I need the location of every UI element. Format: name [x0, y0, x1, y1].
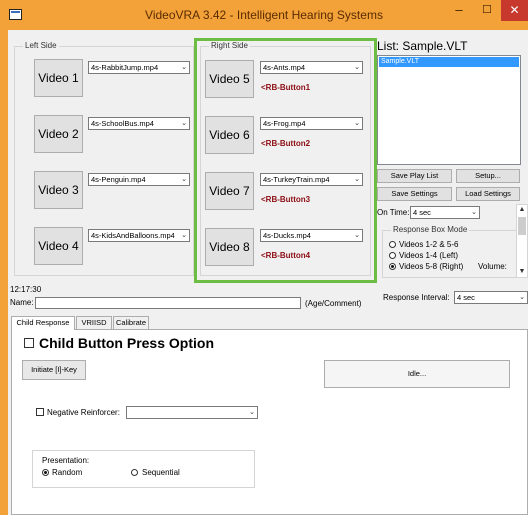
- video-2-button[interactable]: Video 2: [34, 115, 83, 153]
- tab-vriisd[interactable]: VRIISD: [76, 316, 112, 329]
- presentation-sequential-radio[interactable]: [131, 469, 138, 476]
- playlist-item-selected[interactable]: Sample.VLT: [379, 57, 519, 67]
- chevron-down-icon: ⌄: [354, 232, 360, 239]
- video-6-file-value: 4s-Frog.mp4: [263, 119, 306, 128]
- rb-button-3-label: <RB-Button3: [261, 195, 311, 204]
- video-1-file-value: 4s-RabbitJump.mp4: [91, 63, 159, 72]
- presentation-random-radio[interactable]: [42, 469, 49, 476]
- response-interval-select[interactable]: 4 sec ⌄: [454, 291, 528, 304]
- title-bar: VideoVRA 3.42 - Intelligent Hearing Syst…: [0, 0, 528, 30]
- right-side-label: Right Side: [209, 41, 250, 50]
- on-time-select[interactable]: 4 sec ⌄: [410, 206, 480, 219]
- child-response-tab-page: Child Button Press Option Initiate [I]-K…: [11, 329, 528, 515]
- video-3-file-value: 4s-Penguin.mp4: [91, 175, 146, 184]
- chevron-down-icon: ⌄: [181, 232, 187, 239]
- rb-button-1-label: <RB-Button1: [261, 83, 311, 92]
- chevron-down-icon: ⌄: [181, 64, 187, 71]
- tab-child-response[interactable]: Child Response: [11, 316, 75, 330]
- chevron-down-icon: ⌄: [471, 209, 477, 216]
- rb-button-4-label: <RB-Button4: [261, 251, 311, 260]
- name-label: Name:: [10, 298, 34, 307]
- video-7-button[interactable]: Video 7: [205, 172, 254, 210]
- response-interval-label: Response Interval:: [383, 293, 450, 302]
- name-input[interactable]: [35, 297, 301, 309]
- video-2-file-select[interactable]: 4s-SchoolBus.mp4 ⌄: [88, 117, 190, 130]
- mode-radio-1-2-5-6[interactable]: [389, 241, 396, 248]
- chevron-down-icon: ⌄: [181, 120, 187, 127]
- mode-radio-5-8-right[interactable]: [389, 263, 396, 270]
- main-window-client: Left Side Video 1 4s-RabbitJump.mp4 ⌄ Vi…: [8, 30, 528, 515]
- video-7-file-select[interactable]: 4s-TurkeyTrain.mp4 ⌄: [260, 173, 363, 186]
- playlist-listbox[interactable]: Sample.VLT: [377, 55, 521, 165]
- tab-calibrate[interactable]: Calibrate: [113, 316, 149, 329]
- chevron-down-icon: ⌄: [519, 294, 525, 301]
- negative-reinforcer-label: Negative Reinforcer:: [47, 408, 120, 417]
- presentation-sequential-label: Sequential: [142, 468, 180, 477]
- chevron-down-icon: ⌄: [354, 64, 360, 71]
- save-settings-button[interactable]: Save Settings: [377, 187, 452, 201]
- video-6-file-select[interactable]: 4s-Frog.mp4 ⌄: [260, 117, 363, 130]
- minimize-button[interactable]: –: [445, 0, 473, 21]
- video-8-file-value: 4s-Ducks.mp4: [263, 231, 311, 240]
- mode-label-5-8-right: Videos 5-8 (Right): [399, 262, 464, 271]
- maximize-button[interactable]: ☐: [473, 0, 501, 21]
- mode-label-1-2-5-6: Videos 1-2 & 5-6: [399, 240, 459, 249]
- on-time-label: On Time:: [377, 208, 410, 217]
- mode-label-1-4-left: Videos 1-4 (Left): [399, 251, 458, 260]
- video-1-file-select[interactable]: 4s-RabbitJump.mp4 ⌄: [88, 61, 190, 74]
- volume-label: Volume:: [478, 262, 507, 271]
- scroll-up-icon[interactable]: ▲: [517, 205, 527, 215]
- name-hint: (Age/Comment): [305, 299, 362, 308]
- volume-scroll-thumb[interactable]: [518, 217, 526, 235]
- left-side-label: Left Side: [23, 41, 59, 50]
- video-4-file-value: 4s-KidsAndBalloons.mp4: [91, 231, 175, 240]
- video-1-button[interactable]: Video 1: [34, 59, 83, 97]
- negative-reinforcer-checkbox[interactable]: [36, 408, 44, 416]
- presentation-label: Presentation:: [42, 456, 90, 465]
- response-interval-value: 4 sec: [457, 293, 475, 302]
- video-5-file-value: 4s-Ants.mp4: [263, 63, 306, 72]
- save-play-list-button[interactable]: Save Play List: [377, 169, 452, 183]
- mode-radio-1-4-left[interactable]: [389, 252, 396, 259]
- playlist-title: List: Sample.VLT: [377, 39, 468, 53]
- negative-reinforcer-select[interactable]: ⌄: [126, 406, 258, 419]
- clock-time: 12:17:30: [10, 285, 42, 294]
- status-idle-button[interactable]: Idle...: [324, 360, 510, 388]
- chevron-down-icon: ⌄: [181, 176, 187, 183]
- volume-scrollbar[interactable]: ▲ ▼: [516, 204, 528, 278]
- video-5-button[interactable]: Video 5: [205, 60, 254, 98]
- video-8-button[interactable]: Video 8: [205, 228, 254, 266]
- video-8-file-select[interactable]: 4s-Ducks.mp4 ⌄: [260, 229, 363, 242]
- on-time-value: 4 sec: [413, 208, 431, 217]
- video-3-file-select[interactable]: 4s-Penguin.mp4 ⌄: [88, 173, 190, 186]
- video-3-button[interactable]: Video 3: [34, 171, 83, 209]
- chevron-down-icon: ⌄: [249, 409, 255, 416]
- chevron-down-icon: ⌄: [354, 176, 360, 183]
- child-button-press-label: Child Button Press Option: [39, 335, 214, 351]
- presentation-random-label: Random: [52, 468, 83, 477]
- rb-button-2-label: <RB-Button2: [261, 139, 311, 148]
- video-4-button[interactable]: Video 4: [34, 227, 83, 265]
- video-7-file-value: 4s-TurkeyTrain.mp4: [263, 175, 330, 184]
- setup-button[interactable]: Setup...: [456, 169, 520, 183]
- video-6-button[interactable]: Video 6: [205, 116, 254, 154]
- video-4-file-select[interactable]: 4s-KidsAndBalloons.mp4 ⌄: [88, 229, 190, 242]
- chevron-down-icon: ⌄: [354, 120, 360, 127]
- load-settings-button[interactable]: Load Settings: [456, 187, 520, 201]
- scroll-down-icon[interactable]: ▼: [517, 267, 527, 277]
- video-5-file-select[interactable]: 4s-Ants.mp4 ⌄: [260, 61, 363, 74]
- close-button[interactable]: ✕: [501, 0, 528, 21]
- video-2-file-value: 4s-SchoolBus.mp4: [91, 119, 154, 128]
- response-box-mode-label: Response Box Mode: [391, 225, 470, 234]
- initiate-key-button[interactable]: Initiate [I]-Key: [22, 360, 86, 380]
- child-button-press-checkbox[interactable]: [24, 338, 34, 348]
